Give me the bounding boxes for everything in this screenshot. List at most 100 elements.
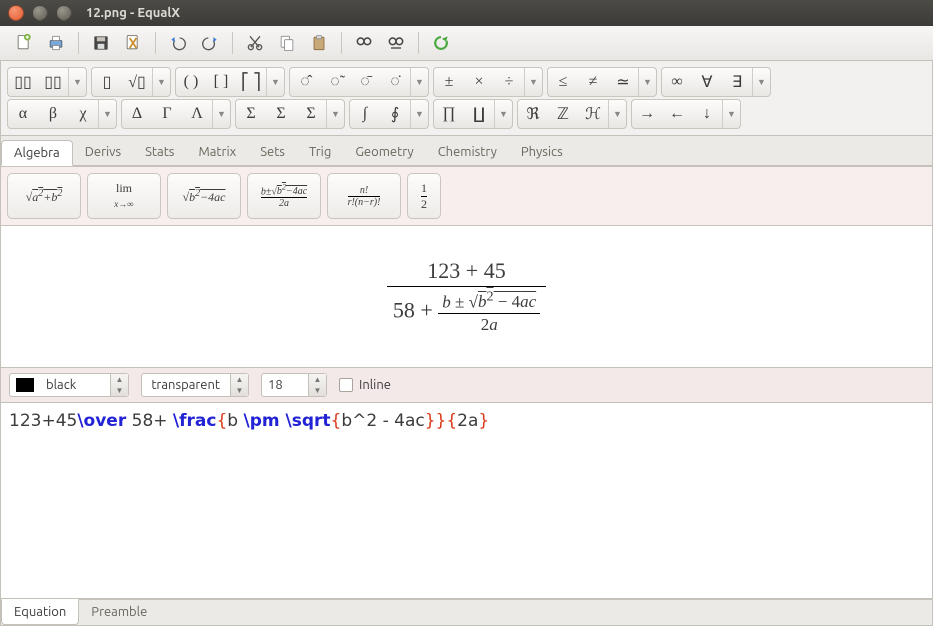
symbol-arrows-item[interactable]: → (632, 100, 662, 128)
symbol-greek-upper-item[interactable]: Γ (152, 100, 182, 128)
window-maximize-button[interactable] (56, 5, 72, 21)
symbol-frac-boxes-item[interactable]: ▯▯ (38, 68, 68, 96)
source-token[interactable]: 2a (457, 411, 478, 431)
symbol-sets-item[interactable]: ℜ (518, 100, 548, 128)
font-size-spinner[interactable]: 18 ▲▼ (261, 373, 327, 397)
symbol-greek-item[interactable]: χ (68, 100, 98, 128)
symbol-sets-item[interactable]: ℋ (578, 100, 608, 128)
tab-derivs[interactable]: Derivs (73, 140, 133, 165)
source-token[interactable]: b (227, 411, 243, 431)
symbol-bigops-item[interactable]: Σ (296, 100, 326, 128)
symbol-bigops-item[interactable]: Σ (266, 100, 296, 128)
latex-source-editor[interactable]: 123+45\over 58+ \frac{b \pm \sqrt{b^2 - … (0, 403, 933, 599)
symbol-greek-upper-item[interactable]: Δ (122, 100, 152, 128)
window-minimize-button[interactable] (32, 5, 48, 21)
symbol-arrows-item[interactable]: ↓ (692, 100, 722, 128)
redo-button[interactable] (196, 30, 224, 56)
template-combination[interactable]: n!r!(n−r)! (327, 173, 401, 219)
background-color-combo[interactable]: transparent ▲▼ (141, 373, 249, 397)
dropdown-arrow-icon[interactable]: ▼ (152, 68, 170, 96)
cut-button[interactable] (241, 30, 269, 56)
window-close-button[interactable] (8, 5, 24, 21)
symbol-ops-item[interactable]: × (464, 68, 494, 96)
tab-sets[interactable]: Sets (248, 140, 297, 165)
inline-checkbox-group[interactable]: Inline (339, 378, 391, 392)
dropdown-arrow-icon[interactable]: ▼ (410, 100, 428, 128)
tab-matrix[interactable]: Matrix (186, 140, 248, 165)
combo-stepper-icon[interactable]: ▲▼ (308, 374, 326, 396)
dropdown-arrow-icon[interactable]: ▼ (524, 68, 542, 96)
symbol-sum-sub-item[interactable]: √▯ (122, 68, 152, 96)
source-token[interactable]: \pm \sqrt (243, 411, 330, 431)
source-token[interactable]: { (216, 411, 227, 431)
symbol-ops-item[interactable]: ± (434, 68, 464, 96)
combo-stepper-icon[interactable]: ▲▼ (110, 374, 128, 396)
symbol-frac-boxes-item[interactable]: ▯▯ (8, 68, 38, 96)
tab-geometry[interactable]: Geometry (343, 140, 425, 165)
print-button[interactable] (42, 30, 70, 56)
tab-physics[interactable]: Physics (509, 140, 575, 165)
tab-equation[interactable]: Equation (1, 599, 79, 625)
symbol-prod-item[interactable]: ∐ (464, 100, 494, 128)
dropdown-arrow-icon[interactable]: ▼ (68, 68, 86, 96)
symbol-logic-item[interactable]: ∞ (662, 68, 692, 96)
symbol-bigops-item[interactable]: Σ (236, 100, 266, 128)
symbol-delims-item[interactable]: ⎡ ⎤ (236, 68, 266, 96)
tab-preamble[interactable]: Preamble (79, 600, 159, 625)
symbol-greek-item[interactable]: α (8, 100, 38, 128)
dropdown-arrow-icon[interactable]: ▼ (608, 100, 626, 128)
symbol-sum-sub-item[interactable]: ▯ (92, 68, 122, 96)
symbol-accents-item[interactable]: ◌̃ (320, 68, 350, 96)
symbol-accents-item[interactable]: ◌̄ (350, 68, 380, 96)
tab-trig[interactable]: Trig (297, 140, 343, 165)
template-quadratic[interactable]: b±√b2−4ac2a (247, 173, 321, 219)
symbol-delims-item[interactable]: [ ] (206, 68, 236, 96)
template-sqrt-disc[interactable]: √b2−4ac (167, 173, 241, 219)
template-limit[interactable]: limx→∞ (87, 173, 161, 219)
source-token[interactable]: b^2 - 4ac (341, 411, 424, 431)
dropdown-arrow-icon[interactable]: ▼ (722, 100, 740, 128)
symbol-rel-item[interactable]: ≤ (548, 68, 578, 96)
dropdown-arrow-icon[interactable]: ▼ (326, 100, 344, 128)
symbol-prod-item[interactable]: ∏ (434, 100, 464, 128)
source-token[interactable]: 123+45 (9, 411, 77, 431)
undo-button[interactable] (164, 30, 192, 56)
dropdown-arrow-icon[interactable]: ▼ (212, 100, 230, 128)
symbol-ops-item[interactable]: ÷ (494, 68, 524, 96)
symbol-logic-item[interactable]: ∀ (692, 68, 722, 96)
template-sqrt-a2b2[interactable]: √a2+b2 (7, 173, 81, 219)
symbol-arrows-item[interactable]: ← (662, 100, 692, 128)
symbol-logic-item[interactable]: ∃ (722, 68, 752, 96)
symbol-delims-item[interactable]: ( ) (176, 68, 206, 96)
source-token[interactable]: \frac (173, 411, 217, 431)
symbol-sets-item[interactable]: ℤ (548, 100, 578, 128)
dropdown-arrow-icon[interactable]: ▼ (98, 100, 116, 128)
dropdown-arrow-icon[interactable]: ▼ (266, 68, 284, 96)
copy-button[interactable] (273, 30, 301, 56)
tab-chemistry[interactable]: Chemistry (426, 140, 509, 165)
symbol-rel-item[interactable]: ≠ (578, 68, 608, 96)
save-button[interactable] (87, 30, 115, 56)
paste-button[interactable] (305, 30, 333, 56)
inline-checkbox[interactable] (339, 378, 353, 392)
symbol-greek-upper-item[interactable]: Λ (182, 100, 212, 128)
source-token[interactable]: { (331, 411, 342, 431)
combo-stepper-icon[interactable]: ▲▼ (230, 374, 248, 396)
symbol-rel-item[interactable]: ≃ (608, 68, 638, 96)
tab-algebra[interactable]: Algebra (1, 140, 73, 166)
source-token[interactable]: \over (77, 411, 126, 431)
refresh-button[interactable] (427, 30, 455, 56)
symbol-integrals-item[interactable]: ∮ (380, 100, 410, 128)
symbol-accents-item[interactable]: ◌̇ (380, 68, 410, 96)
symbol-accents-item[interactable]: ◌̂ (290, 68, 320, 96)
symbol-greek-item[interactable]: β (38, 100, 68, 128)
source-token[interactable]: } (478, 411, 489, 431)
dropdown-arrow-icon[interactable]: ▼ (410, 68, 428, 96)
dropdown-arrow-icon[interactable]: ▼ (638, 68, 656, 96)
foreground-color-combo[interactable]: black ▲▼ (9, 373, 129, 397)
new-button[interactable] (10, 30, 38, 56)
dropdown-arrow-icon[interactable]: ▼ (494, 100, 512, 128)
find-button[interactable] (350, 30, 378, 56)
source-token[interactable]: }}{ (425, 411, 457, 431)
source-token[interactable]: 58+ (126, 411, 173, 431)
